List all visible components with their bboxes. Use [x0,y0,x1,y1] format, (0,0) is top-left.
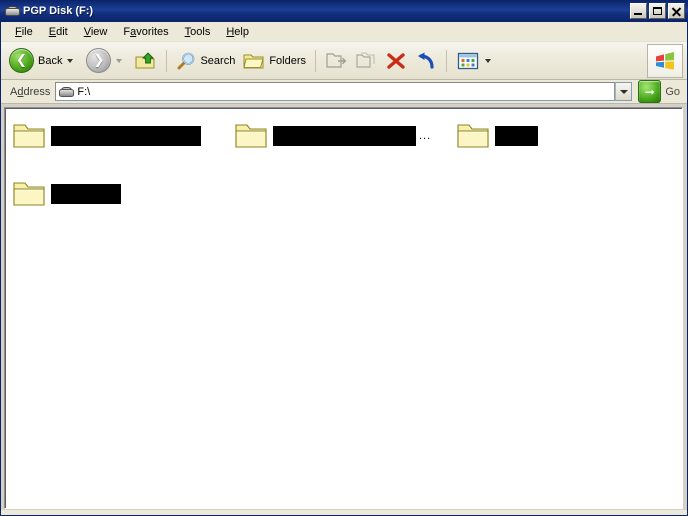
search-button[interactable]: Search [172,46,239,76]
file-list-pane[interactable]: ... [4,107,683,509]
removable-disk-icon [4,4,20,18]
address-value: F:\ [77,85,91,98]
views-button[interactable] [452,46,500,76]
undo-button[interactable] [411,46,441,76]
copy-to-button[interactable] [351,46,381,76]
windows-flag-logo [647,44,683,78]
redacted-label [51,184,121,204]
go-arrow-icon: ➞ [638,80,662,103]
menu-tools[interactable]: Tools [177,24,219,40]
file-items: ... [5,108,682,216]
move-to-folder-icon [325,51,347,71]
undo-arrow-icon [415,51,437,71]
address-label: Address [10,85,51,98]
folder-icon [233,120,271,152]
window-title: PGP Disk (F:) [23,5,94,17]
folders-label: Folders [269,54,307,67]
views-grid-icon [456,51,480,71]
forward-arrow-icon: ❯ [86,48,112,73]
toolbar-separator-3 [446,49,448,72]
explorer-window: PGP Disk (F:) File Edit View Favorites T… [0,0,688,516]
search-label: Search [200,54,236,67]
search-icon [176,51,196,71]
folder-item-2[interactable]: ... [233,114,455,158]
up-button[interactable] [131,46,161,76]
forward-button[interactable]: ❯ [82,46,131,76]
address-input[interactable]: F:\ [55,82,616,101]
redacted-label [51,126,201,146]
menu-view[interactable]: View [76,24,116,40]
move-to-button[interactable] [321,46,351,76]
file-row-1: ... [11,114,682,158]
folder-item-4[interactable] [11,172,233,216]
main-toolbar: ❮ Back ❯ Search Folders [1,42,687,80]
toolbar-separator-2 [315,49,317,72]
menu-edit[interactable]: Edit [41,24,76,40]
back-button[interactable]: ❮ Back [5,46,82,76]
delete-x-icon [385,51,407,71]
back-arrow-icon: ❮ [9,48,34,73]
menu-help[interactable]: Help [218,24,257,40]
truncation-ellipsis: ... [419,130,432,142]
folders-button[interactable]: Folders [239,46,310,76]
forward-dropdown-caret-icon[interactable] [116,58,123,63]
menu-bar: File Edit View Favorites Tools Help [1,22,687,42]
menu-file[interactable]: File [7,24,41,40]
folders-icon [243,52,265,70]
copy-to-folder-icon [355,51,377,71]
folder-item-1[interactable] [11,114,233,158]
folder-label-4 [51,184,121,204]
go-button[interactable]: ➞ Go [638,80,684,103]
file-row-2 [11,172,682,216]
folder-icon [455,120,493,152]
status-bar [1,510,687,515]
maximize-button[interactable] [649,3,666,19]
menu-favorites[interactable]: Favorites [115,24,176,40]
delete-button[interactable] [381,46,411,76]
title-bar: PGP Disk (F:) [0,0,688,22]
folder-label-3 [495,126,538,146]
address-disk-icon [58,85,75,98]
go-label: Go [665,85,680,98]
folder-icon [11,178,49,210]
minimize-button[interactable] [630,3,647,19]
folder-icon [11,120,49,152]
redacted-label [495,126,538,146]
folder-item-3[interactable] [455,114,615,158]
folder-label-2: ... [273,126,431,146]
back-label: Back [38,54,63,67]
toolbar-separator-1 [166,49,168,72]
window-controls [630,3,685,19]
folder-up-icon [135,51,157,71]
views-dropdown-caret-icon[interactable] [485,58,492,63]
address-bar: Address F:\ ➞ Go [1,80,687,104]
address-dropdown-button[interactable] [615,82,633,101]
folder-label-1 [51,126,201,146]
back-dropdown-caret-icon[interactable] [67,58,74,63]
redacted-label [273,126,416,146]
close-button[interactable] [668,3,685,19]
